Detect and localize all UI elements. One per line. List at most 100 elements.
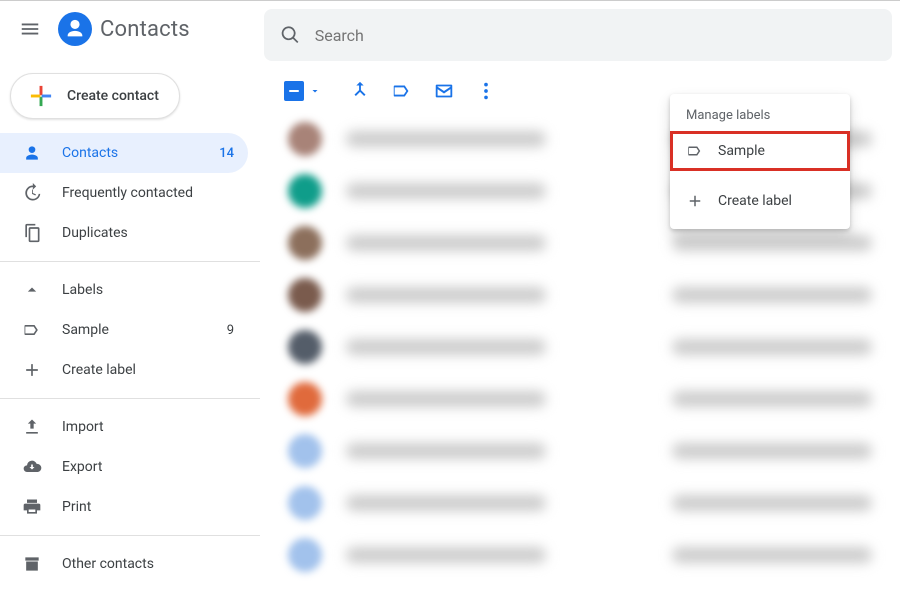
sidebar-item-label: Create label xyxy=(62,362,234,378)
email-button[interactable] xyxy=(426,73,462,109)
contact-name-redacted xyxy=(346,287,546,303)
contact-avatar xyxy=(288,434,322,468)
menu-icon xyxy=(19,18,41,40)
contact-avatar xyxy=(288,382,322,416)
sidebar-item-label: Print xyxy=(62,499,234,515)
contact-email-redacted xyxy=(672,547,872,563)
nav-io: Import Export Print xyxy=(0,407,260,527)
main-menu-button[interactable] xyxy=(10,9,50,49)
history-icon xyxy=(22,183,42,203)
contact-avatar xyxy=(288,226,322,260)
plus-icon xyxy=(686,192,704,210)
sidebar-item-label: Export xyxy=(62,459,234,475)
nav-primary: Contacts 14 Frequently contacted Duplica… xyxy=(0,133,260,253)
label-option-text: Create label xyxy=(718,193,792,209)
sidebar-item-export[interactable]: Export xyxy=(0,447,248,487)
archive-icon xyxy=(22,554,42,574)
contact-avatar xyxy=(288,122,322,156)
person-icon xyxy=(22,143,42,163)
contact-row[interactable] xyxy=(260,529,900,581)
contact-avatar xyxy=(288,486,322,520)
create-label-option[interactable]: Create label xyxy=(670,181,850,221)
merge-button[interactable] xyxy=(342,73,378,109)
contact-avatar xyxy=(288,538,322,572)
sidebar-item-import[interactable]: Import xyxy=(0,407,248,447)
contact-name-redacted xyxy=(346,495,546,511)
sidebar-item-label: Frequently contacted xyxy=(62,185,234,201)
contact-name-redacted xyxy=(346,235,546,251)
contact-row[interactable] xyxy=(260,321,900,373)
popup-title: Manage labels xyxy=(670,102,850,131)
search-bar[interactable] xyxy=(264,9,892,61)
mail-icon xyxy=(433,80,455,102)
contact-name-redacted xyxy=(346,131,546,147)
more-button[interactable] xyxy=(468,73,504,109)
contact-row[interactable] xyxy=(260,477,900,529)
caret-down-icon xyxy=(309,85,321,97)
sidebar-item-frequent[interactable]: Frequently contacted xyxy=(0,173,248,213)
brand-row: Contacts xyxy=(0,1,260,57)
select-all-dropdown[interactable] xyxy=(308,84,322,98)
copy-icon xyxy=(22,223,42,243)
divider xyxy=(0,535,260,536)
upload-icon xyxy=(22,417,42,437)
sidebar-item-count: 14 xyxy=(219,146,234,161)
sidebar-labels-header[interactable]: Labels xyxy=(0,270,248,310)
main: Manage labels Sample Create label xyxy=(260,1,900,608)
person-icon xyxy=(64,18,86,40)
label-button[interactable] xyxy=(384,73,420,109)
more-vert-icon xyxy=(475,80,497,102)
app-title: Contacts xyxy=(100,17,190,42)
sidebar-item-count: 9 xyxy=(227,323,234,338)
sidebar-item-contacts[interactable]: Contacts 14 xyxy=(0,133,248,173)
contact-name-redacted xyxy=(346,339,546,355)
search-icon xyxy=(280,24,301,46)
contact-name-redacted xyxy=(346,391,546,407)
sidebar-item-label: Duplicates xyxy=(62,225,234,241)
contact-email-redacted xyxy=(672,495,872,511)
sidebar-item-label: Contacts xyxy=(62,145,199,161)
contact-email-redacted xyxy=(672,339,872,355)
sidebar-label-sample[interactable]: Sample 9 xyxy=(0,310,248,350)
sidebar-item-label: Labels xyxy=(62,282,234,298)
contact-email-redacted xyxy=(672,287,872,303)
nav-other: Other contacts xyxy=(0,544,260,584)
contact-email-redacted xyxy=(672,235,872,251)
create-contact-label: Create contact xyxy=(67,88,159,104)
merge-icon xyxy=(349,80,371,102)
divider xyxy=(0,261,260,262)
label-icon xyxy=(391,80,413,102)
cloud-download-icon xyxy=(22,457,42,477)
plus-icon xyxy=(27,82,55,110)
sidebar: Contacts Create contact Contacts 14 xyxy=(0,1,260,608)
contact-email-redacted xyxy=(672,443,872,459)
label-icon xyxy=(686,142,704,160)
contact-name-redacted xyxy=(346,547,546,563)
select-all-checkbox[interactable] xyxy=(284,81,304,101)
label-option-sample[interactable]: Sample xyxy=(670,131,850,171)
print-icon xyxy=(22,497,42,517)
contact-avatar xyxy=(288,174,322,208)
sidebar-item-print[interactable]: Print xyxy=(0,487,248,527)
sidebar-item-duplicates[interactable]: Duplicates xyxy=(0,213,248,253)
contact-name-redacted xyxy=(346,183,546,199)
contact-row[interactable] xyxy=(260,425,900,477)
label-icon xyxy=(22,320,42,340)
search-input[interactable] xyxy=(315,26,876,45)
chevron-down-icon xyxy=(22,280,42,300)
contact-email-redacted xyxy=(672,391,872,407)
label-option-text: Sample xyxy=(718,143,765,159)
contact-row[interactable] xyxy=(260,269,900,321)
plus-icon xyxy=(22,360,42,380)
divider xyxy=(0,398,260,399)
sidebar-item-label: Import xyxy=(62,419,234,435)
manage-labels-popup: Manage labels Sample Create label xyxy=(670,94,850,229)
sidebar-create-label[interactable]: Create label xyxy=(0,350,248,390)
create-contact-button[interactable]: Create contact xyxy=(10,73,180,119)
sidebar-item-other-contacts[interactable]: Other contacts xyxy=(0,544,248,584)
contact-name-redacted xyxy=(346,443,546,459)
contact-row[interactable] xyxy=(260,373,900,425)
contact-avatar xyxy=(288,330,322,364)
sidebar-item-label: Other contacts xyxy=(62,556,234,572)
app-logo xyxy=(58,12,92,46)
